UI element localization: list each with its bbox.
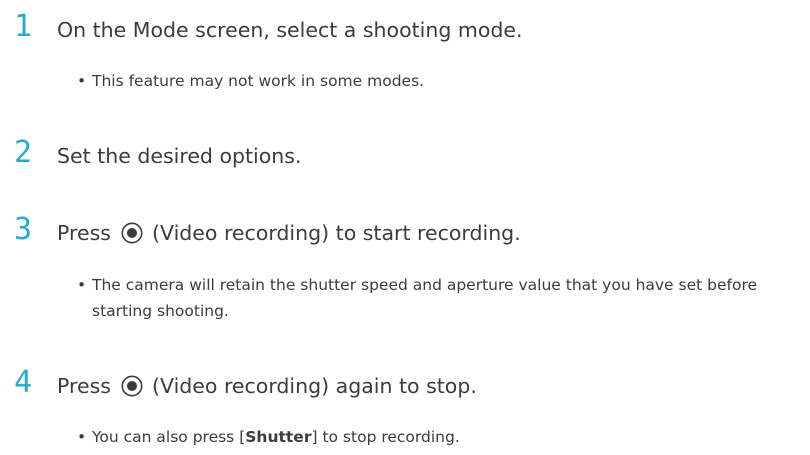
video-record-icon [121,375,143,397]
step-number: 1 [14,9,33,44]
bullet: • [77,428,87,446]
note-text: This feature may not work in some modes. [92,72,425,90]
note-text-after: ] to stop recording. [311,428,460,446]
step-3-note: • The camera will retain the shutter spe… [77,272,807,324]
step-text: Set the desired options. [57,144,302,168]
step-4-note: • You can also press [Shutter] to stop r… [77,424,807,450]
step-text: Press (Video recording) again to stop. [57,373,477,399]
step-text-after: (Video recording) again to stop. [145,374,477,398]
step-text: Press (Video recording) to start recordi… [57,220,521,246]
step-number: 3 [14,212,33,247]
note-text-before: You can also press [ [92,428,246,446]
note-text: You can also press [Shutter] to stop rec… [77,424,807,450]
step-text-before: Press [57,221,118,245]
step-text-after: (Video recording) to start recording. [145,221,521,245]
step-1-note: • This feature may not work in some mode… [77,68,807,94]
note-text: The camera will retain the shutter speed… [92,276,758,320]
step-number: 4 [14,365,33,400]
step-text-before: Press [57,374,118,398]
step-text: On the Mode screen, select a shooting mo… [57,18,523,42]
bullet: • [77,72,87,90]
bullet: • [77,276,87,294]
video-record-icon [121,222,143,244]
step-number: 2 [14,135,33,170]
shutter-key-label: Shutter [245,428,312,446]
